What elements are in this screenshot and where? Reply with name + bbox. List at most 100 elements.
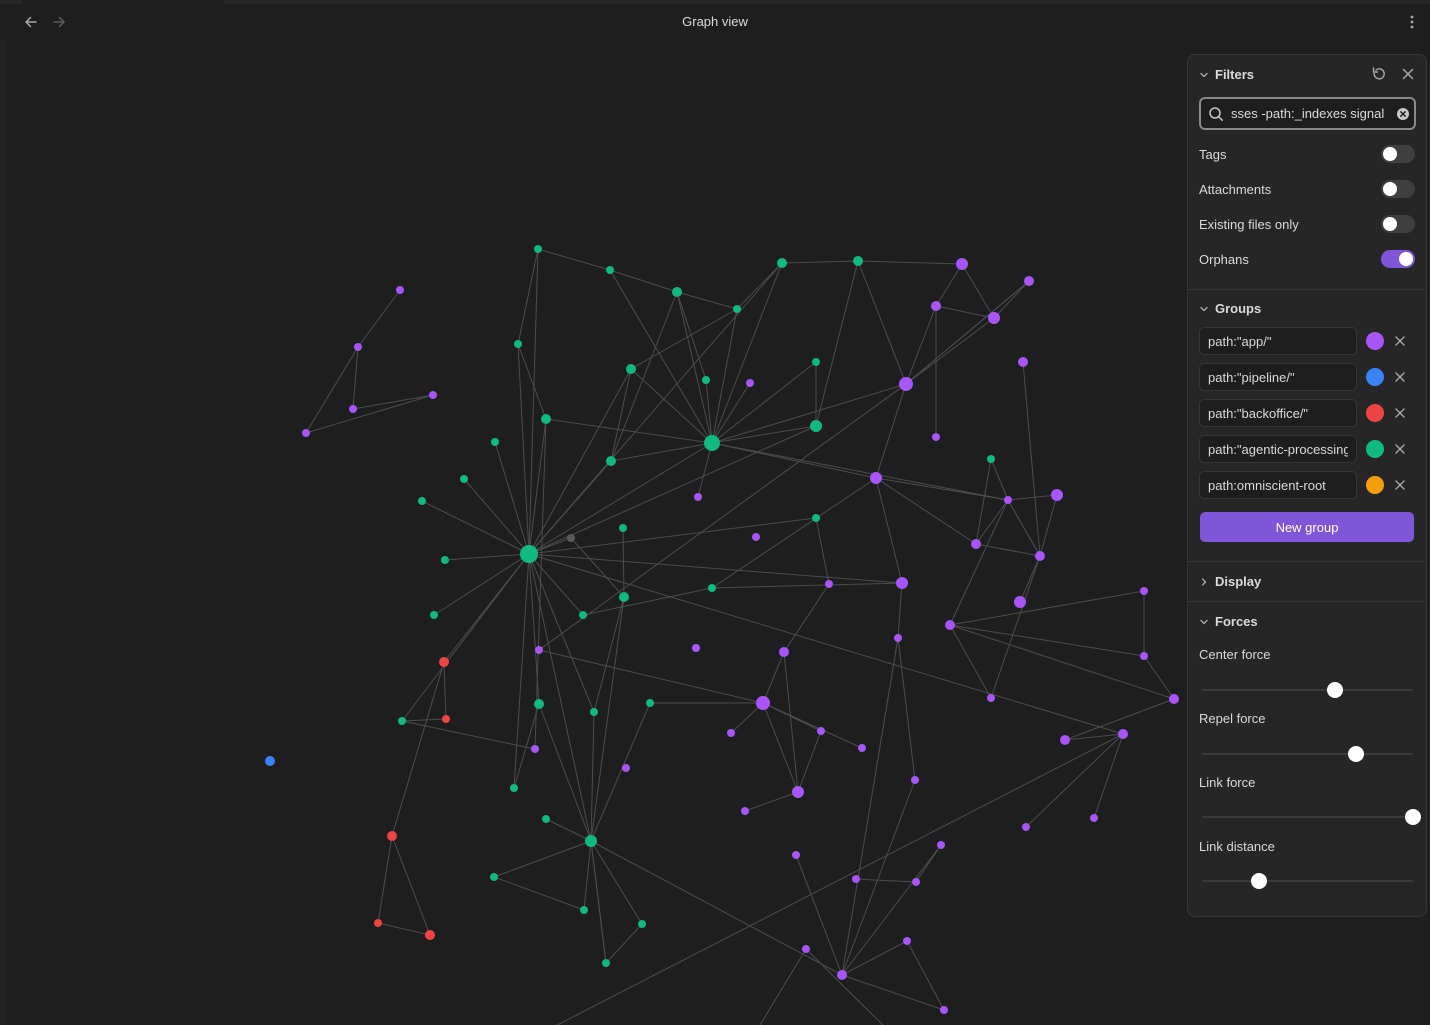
remove-group-icon[interactable] xyxy=(1392,477,1408,493)
graph-node[interactable] xyxy=(756,696,770,710)
forces-section-header[interactable]: Forces xyxy=(1199,614,1258,629)
graph-node[interactable] xyxy=(579,611,587,619)
graph-node[interactable] xyxy=(812,514,820,522)
graph-node[interactable] xyxy=(398,717,406,725)
graph-node[interactable] xyxy=(349,405,357,413)
graph-node[interactable] xyxy=(534,699,544,709)
graph-node[interactable] xyxy=(937,841,945,849)
graph-node[interactable] xyxy=(460,475,468,483)
graph-node[interactable] xyxy=(491,438,499,446)
graph-node[interactable] xyxy=(429,391,437,399)
restore-defaults-icon[interactable] xyxy=(1370,65,1387,82)
graph-node[interactable] xyxy=(1024,276,1034,286)
graph-node[interactable] xyxy=(708,584,716,592)
clear-search-icon[interactable] xyxy=(1392,107,1414,121)
graph-node[interactable] xyxy=(727,729,735,737)
groups-section-header[interactable]: Groups xyxy=(1199,301,1261,316)
graph-node[interactable] xyxy=(940,1006,948,1014)
graph-node[interactable] xyxy=(1169,694,1179,704)
graph-node[interactable] xyxy=(779,647,789,657)
graph-node[interactable] xyxy=(911,776,919,784)
graph-node[interactable] xyxy=(956,258,968,270)
graph-node[interactable] xyxy=(510,784,518,792)
more-options-icon[interactable] xyxy=(1402,11,1422,33)
graph-node[interactable] xyxy=(692,644,700,652)
graph-node[interactable] xyxy=(441,556,449,564)
graph-node[interactable] xyxy=(1140,652,1148,660)
graph-node[interactable] xyxy=(1004,496,1012,504)
graph-node[interactable] xyxy=(932,433,940,441)
search-input[interactable] xyxy=(1231,106,1392,121)
close-icon[interactable] xyxy=(1399,65,1416,82)
link-force-slider[interactable] xyxy=(1202,809,1421,825)
graph-node[interactable] xyxy=(792,786,804,798)
graph-node[interactable] xyxy=(619,592,629,602)
display-section-header[interactable]: Display xyxy=(1199,574,1261,589)
graph-node[interactable] xyxy=(852,875,860,883)
graph-node[interactable] xyxy=(567,534,575,542)
graph-node[interactable] xyxy=(425,930,435,940)
graph-node[interactable] xyxy=(606,266,614,274)
graph-node[interactable] xyxy=(987,455,995,463)
graph-node[interactable] xyxy=(837,970,847,980)
existing-files-toggle[interactable] xyxy=(1381,215,1415,233)
graph-node[interactable] xyxy=(374,919,382,927)
graph-node[interactable] xyxy=(1035,551,1045,561)
graph-node[interactable] xyxy=(853,256,863,266)
graph-node[interactable] xyxy=(812,358,820,366)
graph-node[interactable] xyxy=(535,646,543,654)
graph-node[interactable] xyxy=(354,343,362,351)
graph-node[interactable] xyxy=(792,851,800,859)
graph-node[interactable] xyxy=(896,577,908,589)
graph-node[interactable] xyxy=(387,831,397,841)
group-color-swatch[interactable] xyxy=(1366,404,1384,422)
graph-node[interactable] xyxy=(987,694,995,702)
group-query-input[interactable] xyxy=(1199,471,1357,499)
graph-node[interactable] xyxy=(1060,735,1070,745)
group-color-swatch[interactable] xyxy=(1366,368,1384,386)
remove-group-icon[interactable] xyxy=(1392,369,1408,385)
graph-node[interactable] xyxy=(265,756,275,766)
graph-node[interactable] xyxy=(694,493,702,501)
remove-group-icon[interactable] xyxy=(1392,333,1408,349)
remove-group-icon[interactable] xyxy=(1392,405,1408,421)
search-box[interactable] xyxy=(1199,97,1416,130)
graph-node[interactable] xyxy=(704,435,720,451)
graph-node[interactable] xyxy=(1090,814,1098,822)
graph-node[interactable] xyxy=(442,715,450,723)
graph-node[interactable] xyxy=(1051,489,1063,501)
graph-node[interactable] xyxy=(752,533,760,541)
group-color-swatch[interactable] xyxy=(1366,476,1384,494)
graph-node[interactable] xyxy=(899,377,913,391)
graph-node[interactable] xyxy=(810,420,822,432)
graph-node[interactable] xyxy=(945,620,955,630)
graph-node[interactable] xyxy=(702,376,710,384)
tags-toggle[interactable] xyxy=(1381,145,1415,163)
attachments-toggle[interactable] xyxy=(1381,180,1415,198)
slider-thumb[interactable] xyxy=(1250,873,1267,889)
link-distance-slider[interactable] xyxy=(1202,873,1413,889)
graph-node[interactable] xyxy=(1140,587,1148,595)
graph-node[interactable] xyxy=(858,744,866,752)
graph-node[interactable] xyxy=(590,708,598,716)
repel-force-slider[interactable] xyxy=(1202,746,1413,762)
slider-thumb[interactable] xyxy=(1405,809,1421,825)
graph-node[interactable] xyxy=(626,364,636,374)
graph-node[interactable] xyxy=(825,580,833,588)
graph-node[interactable] xyxy=(439,657,449,667)
filters-section-header[interactable]: Filters xyxy=(1199,67,1254,82)
graph-node[interactable] xyxy=(396,286,404,294)
graph-node[interactable] xyxy=(741,807,749,815)
graph-node[interactable] xyxy=(971,539,981,549)
group-query-input[interactable] xyxy=(1199,399,1357,427)
graph-node[interactable] xyxy=(802,945,810,953)
graph-node[interactable] xyxy=(746,379,754,387)
graph-node[interactable] xyxy=(602,959,610,967)
graph-node[interactable] xyxy=(912,878,920,886)
graph-node[interactable] xyxy=(619,524,627,532)
graph-node[interactable] xyxy=(646,699,654,707)
graph-node[interactable] xyxy=(541,414,551,424)
graph-node[interactable] xyxy=(777,258,787,268)
slider-thumb[interactable] xyxy=(1326,682,1343,698)
graph-node[interactable] xyxy=(531,745,539,753)
